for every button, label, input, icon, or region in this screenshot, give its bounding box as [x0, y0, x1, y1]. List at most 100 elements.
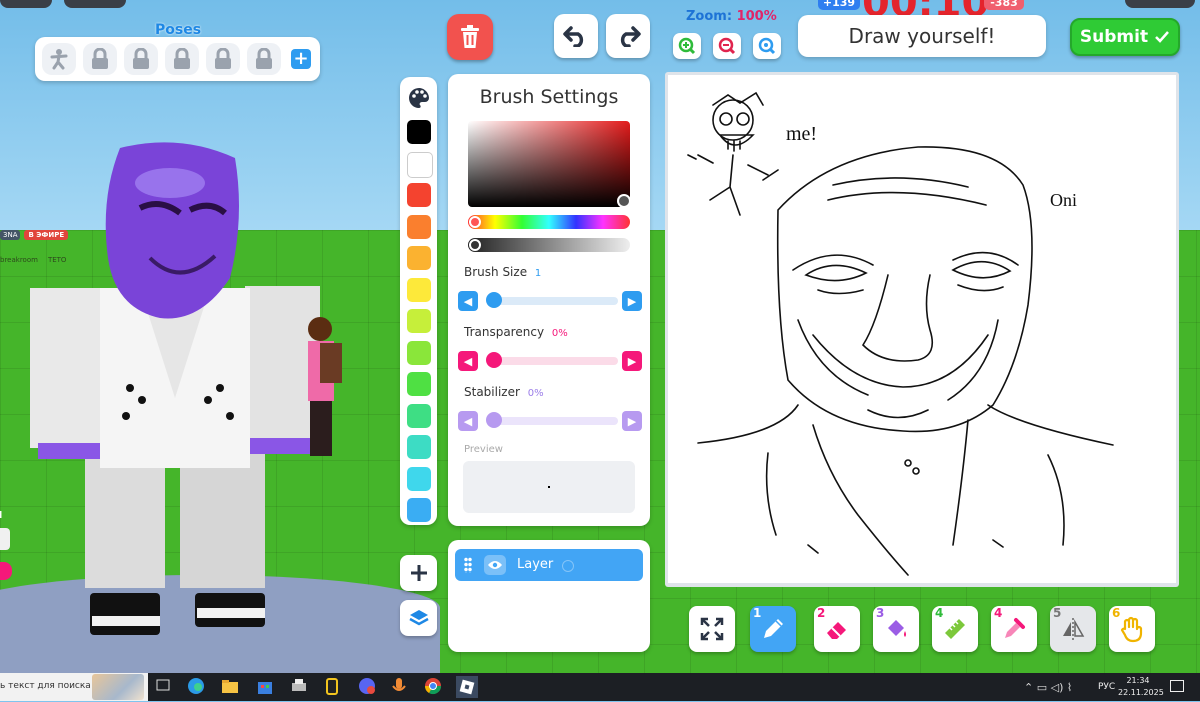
discord-icon[interactable]: [358, 677, 378, 697]
top-left-button-2[interactable]: [64, 0, 126, 8]
tool-mirror[interactable]: 5: [1050, 606, 1096, 652]
edge-icon[interactable]: [187, 677, 207, 697]
notification-icon[interactable]: [1170, 680, 1184, 692]
tool-ruler[interactable]: 4: [932, 606, 978, 652]
tool-fill[interactable]: 3: [873, 606, 919, 652]
stabilizer-decrease[interactable]: ◀: [458, 411, 478, 431]
chrome-icon[interactable]: [424, 677, 444, 697]
tool-hand[interactable]: 6: [1109, 606, 1155, 652]
zoom-reset-button[interactable]: [753, 33, 781, 59]
pose-slot-locked-5[interactable]: [247, 43, 281, 75]
color-swatch[interactable]: [407, 435, 431, 459]
transparency-decrease[interactable]: ◀: [458, 351, 478, 371]
tool-eraser[interactable]: 2: [814, 606, 860, 652]
microphone-icon[interactable]: [390, 677, 410, 697]
undo-button[interactable]: [554, 14, 598, 58]
transparency-label-row: Transparency 0%: [464, 325, 568, 339]
drawing-canvas[interactable]: me! Oni: [668, 75, 1176, 583]
drag-handle-icon[interactable]: [464, 557, 472, 573]
printer-icon[interactable]: [290, 677, 310, 697]
color-swatch[interactable]: [407, 309, 431, 333]
color-swatch[interactable]: [407, 498, 431, 522]
color-picker-thumb[interactable]: [617, 194, 631, 208]
zoom-in-button[interactable]: [673, 33, 701, 59]
color-swatch[interactable]: [407, 403, 431, 428]
color-gradient-picker[interactable]: [468, 121, 631, 208]
zoom-out-button[interactable]: [713, 33, 741, 59]
side-button-white[interactable]: [0, 528, 10, 550]
brightness-thumb[interactable]: [469, 239, 481, 251]
delete-button[interactable]: [447, 14, 493, 60]
app-yellow-icon[interactable]: [323, 677, 343, 697]
stabilizer-slider[interactable]: ◀ ▶: [458, 411, 648, 431]
file-explorer-icon[interactable]: [221, 677, 241, 697]
stabilizer-thumb[interactable]: [486, 412, 502, 428]
pencil-icon: [764, 619, 783, 638]
task-view-icon[interactable]: [155, 677, 175, 697]
likes-count: 3NA: [0, 230, 21, 240]
tool-eyedropper-key: 4: [994, 606, 1003, 620]
store-icon[interactable]: [256, 677, 276, 697]
hue-slider[interactable]: [468, 215, 630, 229]
transparency-slider[interactable]: ◀ ▶: [458, 351, 648, 371]
prompt-box: Draw yourself!: [798, 15, 1046, 57]
color-swatch[interactable]: [407, 120, 431, 144]
roblox-icon[interactable]: [456, 676, 478, 698]
color-swatch[interactable]: [407, 183, 431, 207]
color-swatch[interactable]: [407, 466, 431, 491]
tray-icons[interactable]: ⌃ ▭ ◁) ⌇: [1024, 681, 1072, 694]
side-button-n[interactable]: N: [0, 510, 10, 526]
clock[interactable]: 21:34 22.11.2025: [1118, 675, 1164, 699]
transparency-increase[interactable]: ▶: [622, 351, 642, 371]
paint-bucket-icon: [888, 620, 906, 637]
submit-button[interactable]: Submit: [1070, 18, 1180, 56]
tool-eyedropper[interactable]: 4: [991, 606, 1037, 652]
taskbar-search-box[interactable]: ь текст для поиска: [0, 673, 148, 701]
brush-size-decrease[interactable]: ◀: [458, 291, 478, 311]
color-swatch[interactable]: [407, 246, 431, 270]
transparency-thumb[interactable]: [486, 352, 502, 368]
brightness-slider[interactable]: [468, 238, 630, 252]
add-pose-button[interactable]: +: [291, 49, 311, 69]
pose-slot-locked-2[interactable]: [124, 43, 158, 75]
brush-size-increase[interactable]: ▶: [622, 291, 642, 311]
pose-slot-locked-4[interactable]: [206, 43, 240, 75]
color-swatch[interactable]: [407, 151, 433, 178]
visibility-toggle[interactable]: [484, 555, 506, 575]
add-layer-button[interactable]: [400, 555, 437, 591]
tool-pencil[interactable]: 1: [750, 606, 796, 652]
stabilizer-track[interactable]: [488, 417, 618, 425]
color-swatch[interactable]: [407, 277, 431, 302]
brush-size-track[interactable]: [488, 297, 618, 305]
color-swatch[interactable]: [407, 214, 431, 239]
lock-icon: [174, 48, 190, 69]
brush-size-slider[interactable]: ◀ ▶: [458, 291, 648, 311]
language-indicator[interactable]: РУС: [1098, 682, 1115, 692]
top-left-button-1[interactable]: [0, 0, 52, 8]
color-swatch[interactable]: [407, 372, 431, 396]
brush-settings-title: Brush Settings: [479, 86, 619, 108]
stabilizer-increase[interactable]: ▶: [622, 411, 642, 431]
brush-size-label: Brush Size: [464, 265, 528, 279]
fullscreen-button[interactable]: [689, 606, 735, 652]
lock-icon: [256, 48, 272, 69]
redo-button[interactable]: [606, 14, 650, 58]
layers-toggle-button[interactable]: [400, 600, 437, 636]
zoom-value: 100%: [736, 9, 777, 24]
pose-slot-standing[interactable]: [42, 43, 76, 75]
brush-size-thumb[interactable]: [486, 292, 502, 308]
pose-slot-locked-3[interactable]: [165, 43, 199, 75]
player-avatar: [30, 138, 330, 648]
palette-icon[interactable]: [408, 87, 430, 109]
transparency-track[interactable]: [488, 357, 618, 365]
pose-slot-locked-1[interactable]: [83, 43, 117, 75]
timer-right-badge: -383: [984, 0, 1024, 10]
hand-icon: [1120, 616, 1143, 643]
hue-thumb[interactable]: [469, 216, 481, 228]
layer-item[interactable]: Layer: [455, 549, 643, 581]
color-swatch[interactable]: [407, 340, 431, 365]
tool-pencil-key: 1: [753, 606, 762, 620]
layers-panel: Layer: [448, 540, 650, 652]
zoom-readout: Zoom: 100%: [686, 9, 777, 24]
top-right-button[interactable]: [1125, 0, 1195, 8]
